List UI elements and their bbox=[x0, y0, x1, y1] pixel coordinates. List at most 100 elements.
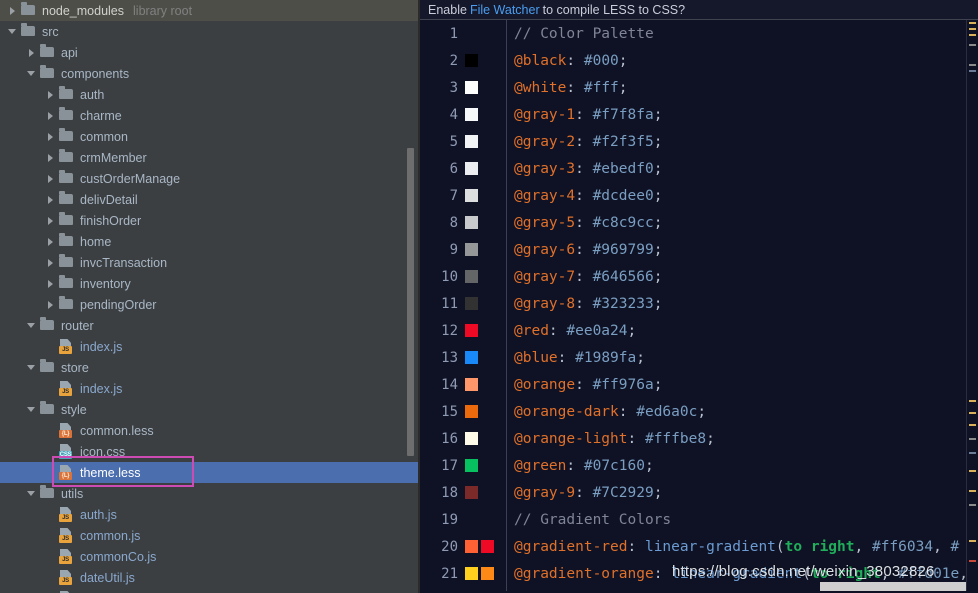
color-swatch[interactable] bbox=[465, 270, 478, 283]
tree-row-common-js[interactable]: JS common.js bbox=[0, 525, 420, 546]
tree-row-index-js[interactable]: JS index.js bbox=[0, 336, 420, 357]
color-swatch-gutter[interactable] bbox=[460, 47, 506, 74]
tree-row-node-modules[interactable]: node_modules library root bbox=[0, 0, 420, 21]
chevron-right-icon[interactable] bbox=[25, 42, 39, 63]
code-line[interactable]: 9 @gray-6: #969799; bbox=[420, 236, 978, 263]
project-tree-rows[interactable]: node_modules library root src api components… bbox=[0, 0, 420, 593]
gutter-marker[interactable] bbox=[969, 70, 976, 72]
chevron-right-icon[interactable] bbox=[44, 147, 58, 168]
color-swatch-gutter[interactable] bbox=[460, 371, 506, 398]
code-line[interactable]: 19 // Gradient Colors bbox=[420, 506, 978, 533]
code-line[interactable]: 3 @white: #fff; bbox=[420, 74, 978, 101]
tree-scrollbar-thumb[interactable] bbox=[407, 148, 414, 456]
color-swatch-gutter[interactable] bbox=[460, 74, 506, 101]
color-swatch-gutter[interactable] bbox=[460, 506, 506, 533]
chevron-right-icon[interactable] bbox=[44, 168, 58, 189]
marker-gutter[interactable] bbox=[966, 20, 978, 593]
color-swatch-gutter[interactable] bbox=[460, 560, 506, 587]
tree-row-auth[interactable]: auth bbox=[0, 84, 420, 105]
tree-row-invctransaction[interactable]: invcTransaction bbox=[0, 252, 420, 273]
tree-row-finishorder[interactable]: finishOrder bbox=[0, 210, 420, 231]
color-swatch-gutter[interactable] bbox=[460, 263, 506, 290]
tree-row-delivdetail[interactable]: delivDetail bbox=[0, 189, 420, 210]
code-line[interactable]: 15 @orange-dark: #ed6a0c; bbox=[420, 398, 978, 425]
code-line[interactable]: 4 @gray-1: #f7f8fa; bbox=[420, 101, 978, 128]
color-swatch-gutter[interactable] bbox=[460, 20, 506, 47]
tree-row-theme-less[interactable]: {L} theme.less bbox=[0, 462, 420, 483]
gutter-marker[interactable] bbox=[969, 452, 976, 454]
code-editor[interactable]: Enable File Watcher to compile LESS to C… bbox=[420, 0, 978, 593]
color-swatch-gutter[interactable] bbox=[460, 344, 506, 371]
color-swatch[interactable] bbox=[481, 567, 494, 580]
tree-row-pendingorder[interactable]: pendingOrder bbox=[0, 294, 420, 315]
gutter-marker[interactable] bbox=[969, 424, 976, 426]
color-swatch-gutter[interactable] bbox=[460, 317, 506, 344]
gutter-marker[interactable] bbox=[969, 540, 976, 542]
project-tree-panel[interactable]: node_modules library root src api components… bbox=[0, 0, 420, 593]
tree-row-utils[interactable]: utils bbox=[0, 483, 420, 504]
color-swatch[interactable] bbox=[465, 405, 478, 418]
code-line[interactable]: 12 @red: #ee0a24; bbox=[420, 317, 978, 344]
color-swatch[interactable] bbox=[465, 108, 478, 121]
color-swatch-gutter[interactable] bbox=[460, 533, 506, 560]
tree-row-router[interactable]: router bbox=[0, 315, 420, 336]
code-line[interactable]: 17 @green: #07c160; bbox=[420, 452, 978, 479]
color-swatch[interactable] bbox=[465, 54, 478, 67]
color-swatch[interactable] bbox=[465, 486, 478, 499]
code-line[interactable]: 10 @gray-7: #646566; bbox=[420, 263, 978, 290]
tree-row-icon-css[interactable]: CSS icon.css bbox=[0, 441, 420, 462]
chevron-right-icon[interactable] bbox=[44, 252, 58, 273]
tree-row-components[interactable]: components bbox=[0, 63, 420, 84]
code-content[interactable]: 1 // Color Palette 2 @black: #000; 3 @white: … bbox=[420, 20, 978, 593]
gutter-marker[interactable] bbox=[969, 34, 976, 36]
gutter-marker[interactable] bbox=[969, 28, 976, 30]
color-swatch[interactable] bbox=[465, 540, 478, 553]
gutter-marker[interactable] bbox=[969, 22, 976, 24]
color-swatch[interactable] bbox=[465, 162, 478, 175]
color-swatch[interactable] bbox=[465, 351, 478, 364]
color-swatch[interactable] bbox=[465, 378, 478, 391]
code-line[interactable]: 13 @blue: #1989fa; bbox=[420, 344, 978, 371]
code-line[interactable]: 18 @gray-9: #7C2929; bbox=[420, 479, 978, 506]
gutter-marker[interactable] bbox=[969, 438, 976, 440]
chevron-down-icon[interactable] bbox=[25, 315, 39, 336]
code-line[interactable]: 14 @orange: #ff976a; bbox=[420, 371, 978, 398]
tree-row-auth-js[interactable]: JS auth.js bbox=[0, 504, 420, 525]
chevron-right-icon[interactable] bbox=[44, 126, 58, 147]
color-swatch[interactable] bbox=[465, 567, 478, 580]
chevron-down-icon[interactable] bbox=[25, 357, 39, 378]
tree-row-index-js[interactable]: JS index.js bbox=[0, 378, 420, 399]
tree-row-dictutil-js[interactable]: JSdictUtil.js bbox=[0, 588, 420, 593]
code-line[interactable]: 11 @gray-8: #323233; bbox=[420, 290, 978, 317]
gutter-marker[interactable] bbox=[969, 470, 976, 472]
tree-row-style[interactable]: style bbox=[0, 399, 420, 420]
tree-row-charme[interactable]: charme bbox=[0, 105, 420, 126]
chevron-down-icon[interactable] bbox=[6, 21, 20, 42]
color-swatch[interactable] bbox=[465, 297, 478, 310]
tree-row-src[interactable]: src bbox=[0, 21, 420, 42]
file-watcher-link[interactable]: File Watcher bbox=[467, 3, 543, 17]
color-swatch-gutter[interactable] bbox=[460, 101, 506, 128]
code-line[interactable]: 1 // Color Palette bbox=[420, 20, 978, 47]
color-swatch-gutter[interactable] bbox=[460, 209, 506, 236]
code-line[interactable]: 16 @orange-light: #fffbe8; bbox=[420, 425, 978, 452]
chevron-right-icon[interactable] bbox=[44, 273, 58, 294]
code-lines[interactable]: 1 // Color Palette 2 @black: #000; 3 @white: … bbox=[420, 20, 978, 587]
tree-row-api[interactable]: api bbox=[0, 42, 420, 63]
color-swatch[interactable] bbox=[465, 135, 478, 148]
tree-row-common-less[interactable]: {L} common.less bbox=[0, 420, 420, 441]
chevron-down-icon[interactable] bbox=[25, 63, 39, 84]
tree-row-inventory[interactable]: inventory bbox=[0, 273, 420, 294]
chevron-right-icon[interactable] bbox=[44, 84, 58, 105]
color-swatch-gutter[interactable] bbox=[460, 155, 506, 182]
code-line[interactable]: 6 @gray-3: #ebedf0; bbox=[420, 155, 978, 182]
color-swatch-gutter[interactable] bbox=[460, 182, 506, 209]
color-swatch[interactable] bbox=[465, 243, 478, 256]
chevron-down-icon[interactable] bbox=[25, 483, 39, 504]
chevron-right-icon[interactable] bbox=[44, 105, 58, 126]
code-line[interactable]: 7 @gray-4: #dcdee0; bbox=[420, 182, 978, 209]
code-line[interactable]: 5 @gray-2: #f2f3f5; bbox=[420, 128, 978, 155]
tree-row-dateutil-js[interactable]: JS dateUtil.js bbox=[0, 567, 420, 588]
tree-row-common[interactable]: common bbox=[0, 126, 420, 147]
color-swatch-gutter[interactable] bbox=[460, 479, 506, 506]
